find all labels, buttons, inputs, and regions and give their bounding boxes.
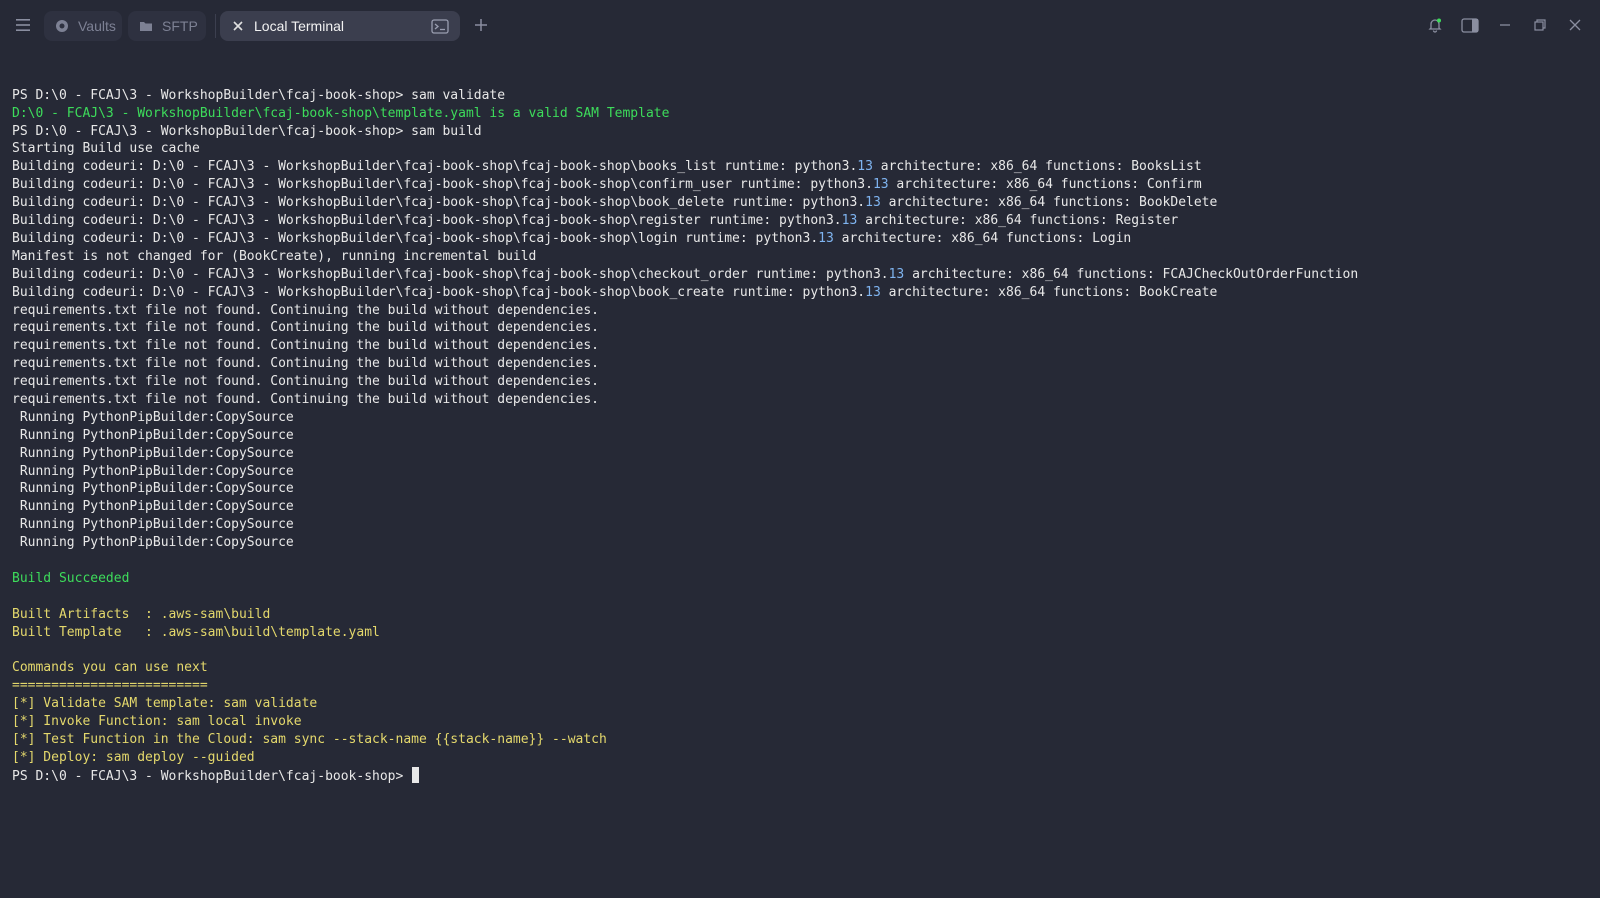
tab-label: Vaults [78,18,116,34]
version-number: 13 [857,159,873,175]
terminal-line: Build Succeeded [12,570,130,586]
version-number: 13 [865,195,881,211]
terminal-line: Running PythonPipBuilder:CopySource [12,409,294,425]
tab-local-terminal[interactable]: Local Terminal [220,11,460,41]
terminal-icon [430,17,450,35]
tab-label: SFTP [162,18,198,34]
terminal-line: Building codeuri: D:\0 - FCAJ\3 - Worksh… [12,177,1202,193]
restore-window-icon[interactable] [1529,14,1551,36]
minimize-icon[interactable] [1494,14,1516,36]
toggle-sidebar-icon[interactable] [1459,14,1481,36]
hamburger-menu-icon[interactable] [12,14,34,36]
terminal-line: requirements.txt file not found. Continu… [12,320,599,336]
new-tab-plus-icon[interactable] [470,14,492,36]
terminal-line: Built Artifacts : .aws-sam\build [12,606,271,622]
terminal-line: Building codeuri: D:\0 - FCAJ\3 - Worksh… [12,284,1218,300]
close-icon[interactable] [230,18,246,34]
terminal-line: PS D:\0 - FCAJ\3 - WorkshopBuilder\fcaj-… [12,87,506,103]
version-number: 13 [841,213,858,229]
terminal-line: requirements.txt file not found. Continu… [12,302,599,318]
terminal-line: [*] Validate SAM template: sam validate [12,696,318,712]
title-bar: Vaults SFTP Local Terminal [0,0,1600,50]
prompt-text: PS D:\0 - FCAJ\3 - WorkshopBuilder\fcaj-… [12,768,412,784]
terminal-output[interactable]: PS D:\0 - FCAJ\3 - WorkshopBuilder\fcaj-… [12,51,1592,785]
terminal-line: Commands you can use next [12,660,208,676]
terminal-line: Running PythonPipBuilder:CopySource [12,517,294,533]
terminal-line: Running PythonPipBuilder:CopySource [12,463,294,479]
terminal-line: requirements.txt file not found. Continu… [12,391,599,407]
terminal-line: Built Template : .aws-sam\build\template… [12,624,380,640]
terminal-line: PS D:\0 - FCAJ\3 - WorkshopBuilder\fcaj-… [12,123,482,139]
version-number: 13 [888,266,905,282]
version-number: 13 [865,284,881,300]
terminal-line: Manifest is not changed for (BookCreate)… [12,248,537,264]
terminal-line: requirements.txt file not found. Continu… [12,356,599,372]
terminal-line: [*] Deploy: sam deploy --guided [12,749,255,765]
terminal-line: Running PythonPipBuilder:CopySource [12,427,294,443]
vault-icon [54,18,70,34]
version-number: 13 [818,230,834,246]
terminal-line: requirements.txt file not found. Continu… [12,374,599,390]
terminal-line: Building codeuri: D:\0 - FCAJ\3 - Worksh… [12,230,1132,246]
terminal-line: [*] Test Function in the Cloud: sam sync… [12,731,607,747]
terminal-line: Building codeuri: D:\0 - FCAJ\3 - Worksh… [12,266,1359,282]
terminal-line: [*] Invoke Function: sam local invoke [12,713,302,729]
terminal-line: Running PythonPipBuilder:CopySource [12,535,294,551]
terminal-line: Starting Build use cache [12,141,200,157]
terminal-line: Running PythonPipBuilder:CopySource [12,445,294,461]
terminal-line: Running PythonPipBuilder:CopySource [12,499,294,515]
terminal-line: ========================= [12,678,208,694]
terminal-line: Building codeuri: D:\0 - FCAJ\3 - Worksh… [12,213,1179,229]
terminal-line: Building codeuri: D:\0 - FCAJ\3 - Worksh… [12,159,1202,175]
tab-vaults[interactable]: Vaults [44,11,122,41]
tab-divider [215,14,216,38]
terminal-line: D:\0 - FCAJ\3 - WorkshopBuilder\fcaj-boo… [12,105,670,121]
terminal-line: requirements.txt file not found. Continu… [12,338,599,354]
tab-label: Local Terminal [254,18,345,34]
notification-bell-icon[interactable] [1424,14,1446,36]
text-cursor [412,766,420,783]
terminal-line: Running PythonPipBuilder:CopySource [12,481,294,497]
prompt-line[interactable]: PS D:\0 - FCAJ\3 - WorkshopBuilder\fcaj-… [12,766,1592,785]
terminal-line: Building codeuri: D:\0 - FCAJ\3 - Worksh… [12,195,1218,211]
version-number: 13 [872,177,889,193]
folder-icon [138,18,154,34]
close-window-icon[interactable] [1564,14,1586,36]
tab-sftp[interactable]: SFTP [128,11,206,41]
